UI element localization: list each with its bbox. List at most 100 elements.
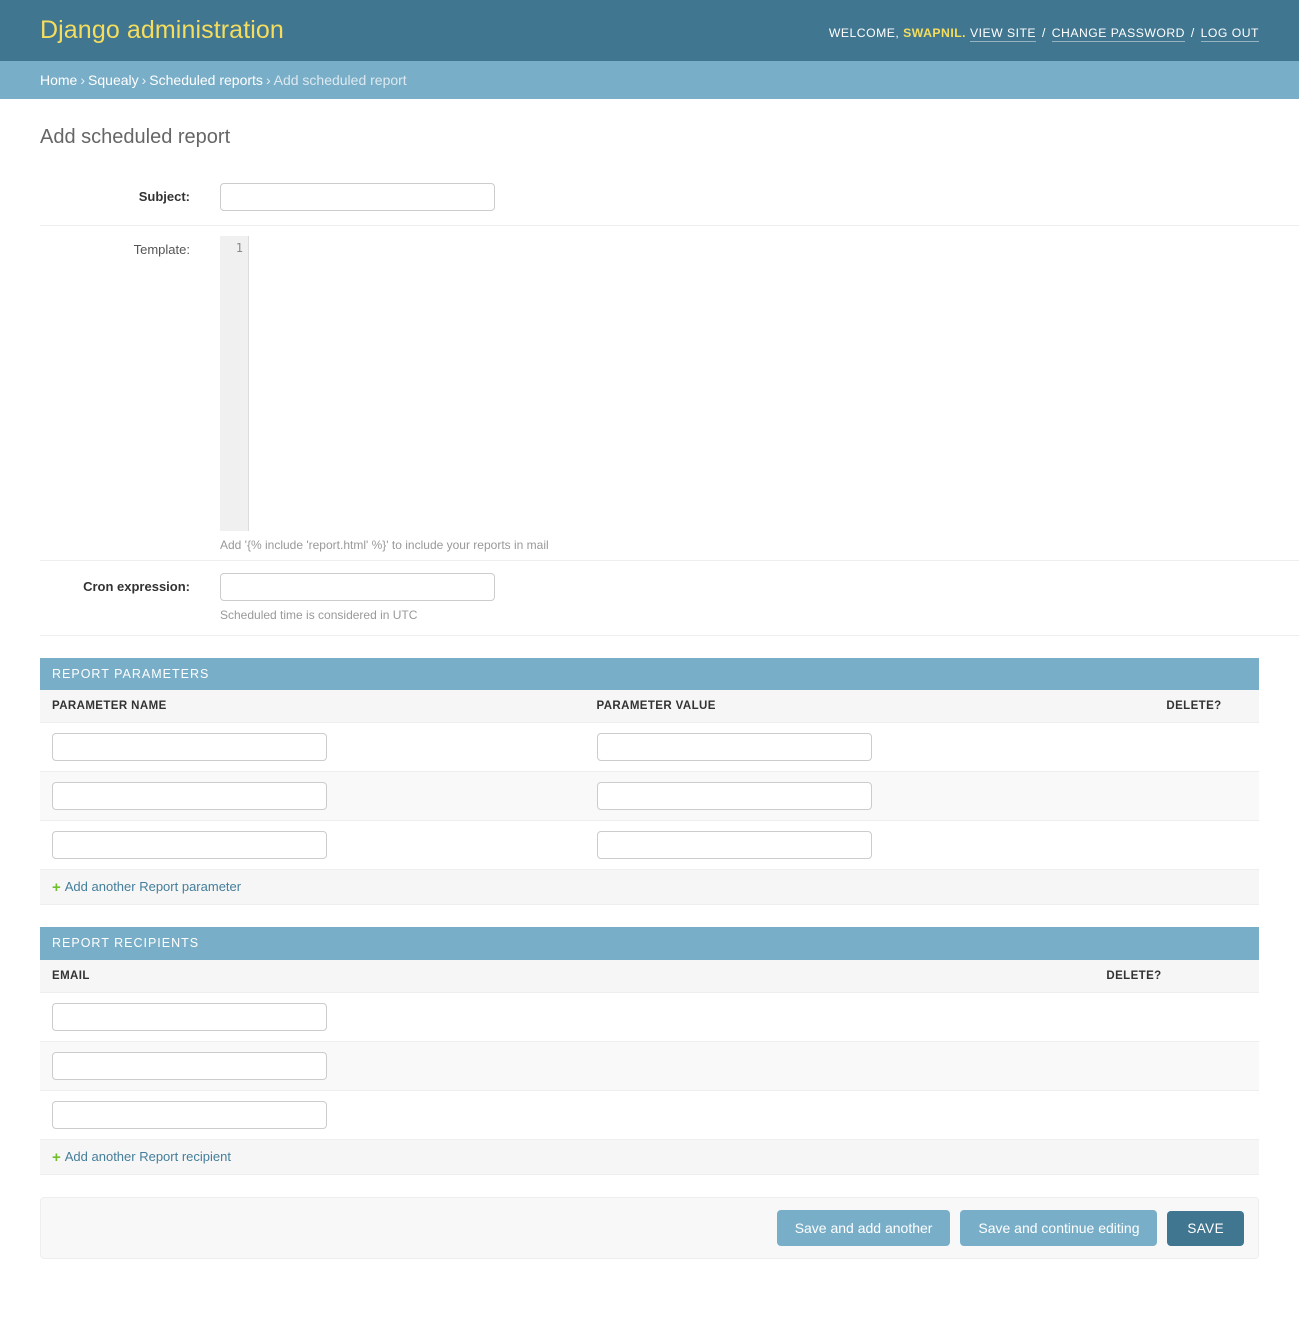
report-recipients-heading: REPORT RECIPIENTS (40, 927, 1259, 960)
parameter-name-cell (40, 771, 585, 822)
breadcrumb-sep-2: › (141, 72, 147, 88)
report-recipients-thead: EMAIL DELETE? (40, 959, 1259, 993)
breadcrumb-current: Add scheduled report (273, 72, 407, 88)
breadcrumb-home[interactable]: Home (40, 72, 77, 88)
parameter-name-cell (40, 820, 585, 871)
form-row-subject: Subject: (40, 171, 1299, 226)
scheduled-report-form: Subject: Template: 1 Add '{% include 're… (40, 171, 1299, 1260)
add-report-parameter-label: Add another Report parameter (64, 879, 242, 895)
parameter-value-cell (584, 820, 1129, 871)
save-button[interactable] (1167, 1210, 1244, 1247)
report-recipients-header-row: EMAIL DELETE? (40, 959, 1259, 993)
cron-expression-label: Cron expression: (83, 578, 190, 594)
email-input-0[interactable] (52, 1002, 327, 1031)
template-code-editor[interactable]: 1 (220, 236, 1299, 531)
subject-field-wrap (220, 183, 1299, 211)
welcome-text: WELCOME, (828, 25, 900, 40)
user-tools-separator-2: / (1190, 25, 1195, 40)
site-header: Django administration WELCOME, SWAPNIL. … (0, 0, 1299, 61)
form-row-template: Template: 1 Add '{% include 'report.html… (40, 226, 1299, 561)
submit-row (40, 1196, 1259, 1260)
add-report-recipient-row: + Add another Report recipient (40, 1139, 1259, 1175)
code-editor-content[interactable] (250, 236, 1299, 531)
breadcrumb-sep-3: › (265, 72, 271, 88)
parameter-value-input-1[interactable] (596, 782, 872, 811)
parameter-name-input-0[interactable] (52, 733, 327, 762)
email-input-2[interactable] (52, 1100, 327, 1129)
table-row (40, 992, 1259, 1042)
branding: Django administration (40, 18, 284, 43)
breadcrumb-model[interactable]: Scheduled reports (149, 72, 263, 88)
cron-expression-input[interactable] (220, 572, 495, 601)
email-delete-cell-1 (1009, 1041, 1259, 1091)
parameter-name-input-2[interactable] (52, 831, 327, 860)
email-cell (40, 1090, 1009, 1140)
plus-icon: + (52, 1148, 61, 1166)
report-parameters-inline-group: REPORT PARAMETERS PARAMETER NAME PARAMET… (40, 658, 1259, 906)
cron-field-wrap: Scheduled time is considered in UTC (220, 572, 1299, 624)
breadcrumb-sep-1: › (80, 72, 86, 88)
parameter-name-cell (40, 722, 585, 773)
content-main: Add scheduled report Subject: Template: (0, 125, 1299, 1279)
parameter-delete-cell-2 (1129, 820, 1259, 871)
parameter-value-cell (584, 722, 1129, 773)
add-report-parameter-link[interactable]: + Add another Report parameter (52, 879, 242, 897)
add-report-parameter-row: + Add another Report parameter (40, 870, 1259, 906)
table-row (40, 771, 1259, 822)
email-cell (40, 992, 1009, 1042)
save-and-add-another-button[interactable] (776, 1209, 951, 1246)
column-delete-email: DELETE? (1009, 959, 1259, 993)
admin-page: Django administration WELCOME, SWAPNIL. … (0, 0, 1299, 1331)
form-row-cron: Cron expression: Scheduled time is consi… (40, 561, 1299, 637)
user-tools: WELCOME, SWAPNIL. VIEW SITE / CHANGE PAS… (828, 22, 1259, 42)
code-line-number: 1 (235, 241, 243, 255)
parameter-delete-cell-0 (1129, 722, 1259, 773)
cron-help-text: Scheduled time is considered in UTC (220, 607, 418, 622)
report-recipients-inline-group: REPORT RECIPIENTS EMAIL DELETE? + Add an… (40, 927, 1259, 1175)
site-title: Django administration (40, 16, 284, 44)
column-parameter-value: PARAMETER VALUE (584, 690, 1129, 724)
table-row (40, 722, 1259, 773)
column-delete: DELETE? (1129, 690, 1259, 724)
email-input-1[interactable] (52, 1051, 327, 1080)
report-parameters-tbody (40, 722, 1259, 871)
user-tools-separator-1: / (1041, 25, 1046, 40)
report-recipients-tbody (40, 992, 1259, 1140)
subject-label: Subject: (138, 189, 190, 204)
breadcrumb: Home › Squealy › Scheduled reports › Add sched… (0, 61, 1299, 99)
add-report-recipient-label: Add another Report recipient (64, 1148, 231, 1164)
template-help-text: Add '{% include 'report.html' %}' to inc… (220, 538, 549, 552)
log-out-link[interactable]: LOG OUT (1200, 25, 1259, 42)
code-editor-gutter: 1 (220, 236, 249, 531)
report-parameters-heading: REPORT PARAMETERS (40, 658, 1259, 691)
table-row (40, 820, 1259, 871)
email-delete-cell-2 (1009, 1090, 1259, 1140)
table-row (40, 1090, 1259, 1140)
parameter-name-input-1[interactable] (52, 782, 327, 811)
subject-input[interactable] (220, 183, 495, 211)
email-delete-cell-0 (1009, 992, 1259, 1042)
parameter-value-cell (584, 771, 1129, 822)
parameter-value-input-2[interactable] (596, 831, 872, 860)
change-password-link[interactable]: CHANGE PASSWORD (1051, 25, 1185, 42)
report-parameters-table: PARAMETER NAME PARAMETER VALUE DELETE? (40, 690, 1259, 871)
username: SWAPNIL. (903, 25, 967, 40)
parameter-delete-cell-1 (1129, 771, 1259, 822)
column-email: EMAIL (40, 959, 1009, 993)
table-row (40, 1041, 1259, 1091)
column-parameter-name: PARAMETER NAME (40, 690, 585, 724)
page-title: Add scheduled report (40, 126, 231, 148)
template-field-wrap: 1 Add '{% include 'report.html' %}' to i… (220, 236, 1299, 554)
report-parameters-header-row: PARAMETER NAME PARAMETER VALUE DELETE? (40, 690, 1259, 724)
report-parameters-thead: PARAMETER NAME PARAMETER VALUE DELETE? (40, 690, 1259, 724)
main-fieldset: Subject: Template: 1 Add '{% include 're… (40, 171, 1299, 637)
report-recipients-table: EMAIL DELETE? (40, 959, 1259, 1140)
parameter-value-input-0[interactable] (596, 733, 872, 762)
view-site-link[interactable]: VIEW SITE (969, 25, 1037, 42)
add-report-recipient-link[interactable]: + Add another Report recipient (52, 1148, 231, 1166)
breadcrumb-app[interactable]: Squealy (88, 72, 139, 88)
save-and-continue-editing-button[interactable] (960, 1209, 1158, 1246)
plus-icon: + (52, 879, 61, 897)
template-label: Template: (133, 242, 190, 257)
email-cell (40, 1041, 1009, 1091)
